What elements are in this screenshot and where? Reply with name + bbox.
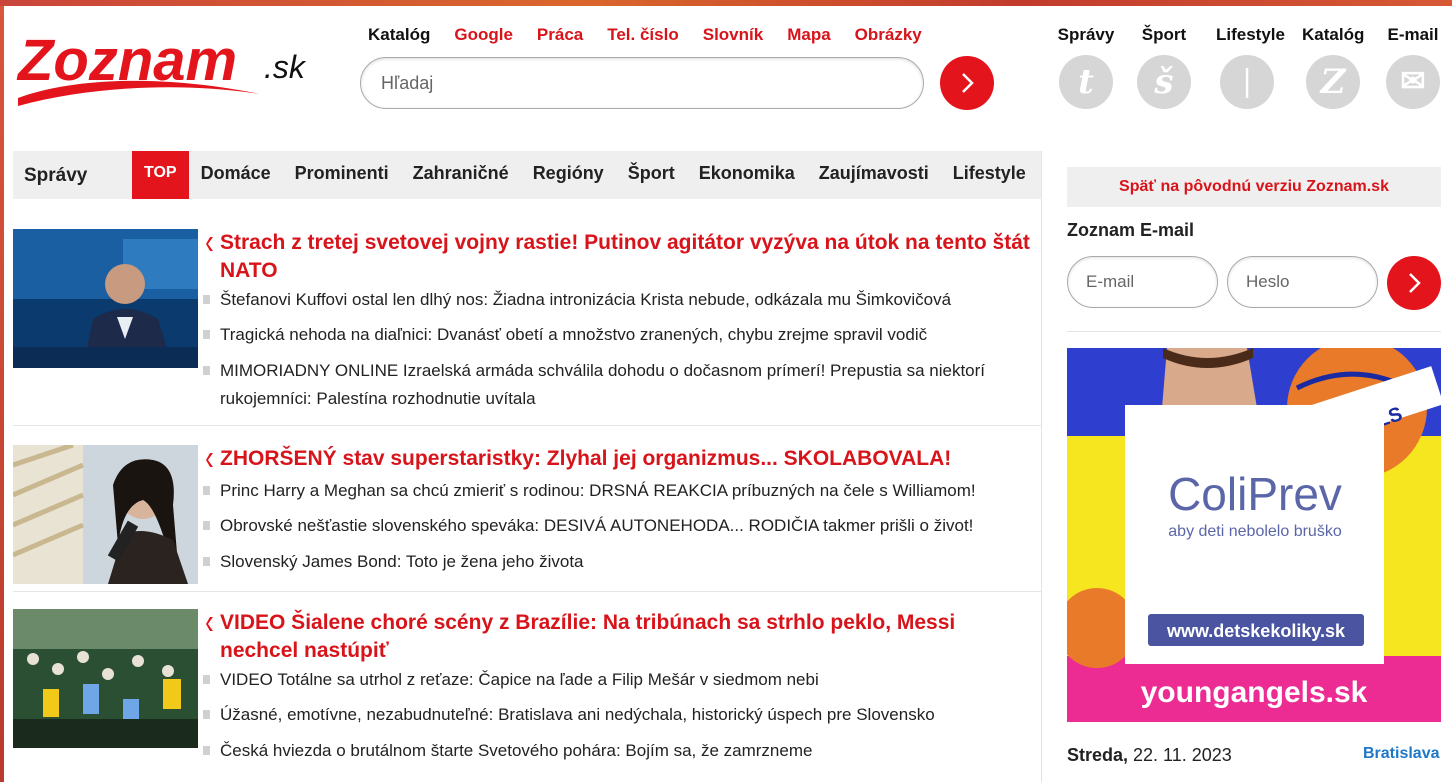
tab-top[interactable]: TOP xyxy=(132,151,189,199)
header-link-mapa[interactable]: Mapa xyxy=(787,25,830,45)
header-links: Katalóg Google Práca Tel. číslo Slovník … xyxy=(368,25,946,45)
bullet-square-icon xyxy=(203,366,210,375)
bullet-square-icon xyxy=(203,330,210,339)
spravy-icon: t xyxy=(1059,55,1113,109)
bullet-square-icon xyxy=(203,675,210,684)
tab-zahranicne[interactable]: Zahraničné xyxy=(401,151,521,199)
article-thumbnail[interactable] xyxy=(13,445,198,584)
service-label: Lifestyle xyxy=(1216,25,1285,44)
left-accent-edge xyxy=(0,6,4,782)
article-block: Strach z tretej svetovej vojny rastie! P… xyxy=(13,229,1041,419)
service-sport[interactable]: Šport š xyxy=(1133,25,1195,109)
service-label: Katalóg xyxy=(1302,25,1365,44)
article-separator xyxy=(13,425,1041,426)
bullet-square-icon xyxy=(203,746,210,755)
search-field xyxy=(360,57,924,109)
nav-section-title: Správy xyxy=(24,165,88,186)
article-subheadline[interactable]: Česká hviezda o brutálnom štarte Svetové… xyxy=(203,737,1030,765)
header-link-obrazky[interactable]: Obrázky xyxy=(855,25,922,45)
article-subheadline[interactable]: Štefanovi Kuffovi ostal len dlhý nos: Ži… xyxy=(203,286,1030,314)
header-link-tel-cislo[interactable]: Tel. číslo xyxy=(607,25,679,45)
lifestyle-icon: | xyxy=(1220,55,1274,109)
article-block: ZHORŠENÝ stav superstaristky: Zlyhal jej… xyxy=(13,445,1041,595)
sidebar-divider xyxy=(1067,331,1441,332)
email-login-button[interactable] xyxy=(1387,256,1441,310)
headline-marker-icon xyxy=(206,453,213,467)
headline-marker-icon xyxy=(206,237,213,251)
service-katalog[interactable]: Katalóg Z xyxy=(1302,25,1364,109)
bullet-square-icon xyxy=(203,557,210,566)
bullet-square-icon xyxy=(203,521,210,530)
email-login-title: Zoznam E-mail xyxy=(1067,220,1195,240)
article-subheadline[interactable]: VIDEO Totálne sa utrhol z reťaze: Čapice… xyxy=(203,666,1030,694)
search-input[interactable] xyxy=(361,58,923,108)
password-field[interactable] xyxy=(1228,257,1377,307)
service-label: E-mail xyxy=(1387,25,1439,44)
article-subheadline[interactable]: Tragická nehoda na diaľnici: Dvanásť obe… xyxy=(203,321,1030,349)
service-lifestyle[interactable]: Lifestyle | xyxy=(1216,25,1285,109)
svg-text:Zoznam: Zoznam xyxy=(16,28,237,93)
column-divider xyxy=(1041,151,1042,782)
service-label: Šport xyxy=(1141,25,1187,44)
header-link-praca[interactable]: Práca xyxy=(537,25,583,45)
headline-marker-icon xyxy=(206,617,213,631)
tab-prominenti[interactable]: Prominenti xyxy=(283,151,401,199)
service-spravy[interactable]: Správy t xyxy=(1055,25,1117,109)
article-headline[interactable]: VIDEO Šialene choré scény z Brazílie: Na… xyxy=(206,609,1030,665)
svg-text:.sk: .sk xyxy=(264,49,307,85)
article-subheadline[interactable]: MIMORIADNY ONLINE Izraelská armáda schvá… xyxy=(203,357,1030,413)
katalog-icon: Z xyxy=(1306,55,1360,109)
logo-graphic: Zoznam .sk xyxy=(16,28,307,106)
article-subheadline[interactable]: Obrovské nešťastie slovenského speváka: … xyxy=(203,512,1030,540)
password-field-wrapper xyxy=(1227,256,1378,308)
svg-text:ColiPrev: ColiPrev xyxy=(1168,468,1342,520)
svg-text:www.detskekoliky.sk: www.detskekoliky.sk xyxy=(1166,621,1346,641)
article-subheadline[interactable]: Úžasné, emotívne, nezabudnuteľné: Bratis… xyxy=(203,701,1030,729)
current-date: Streda, 22. 11. 2023 xyxy=(1067,745,1232,766)
date-value: 22. 11. 2023 xyxy=(1128,745,1232,765)
sport-icon: š xyxy=(1137,55,1191,109)
article-thumbnail[interactable] xyxy=(13,229,198,368)
bullet-square-icon xyxy=(203,710,210,719)
article-separator xyxy=(13,591,1041,592)
article-thumbnail[interactable] xyxy=(13,609,198,748)
article-block: VIDEO Šialene choré scény z Brazílie: Na… xyxy=(13,609,1041,779)
nav-tabs: TOP Domáce Prominenti Zahraničné Regióny… xyxy=(132,151,1038,199)
tab-regiony[interactable]: Regióny xyxy=(521,151,616,199)
zoznam-logo[interactable]: Zoznam .sk xyxy=(12,26,322,108)
date-day: Streda, xyxy=(1067,745,1129,765)
header-link-katalog[interactable]: Katalóg xyxy=(368,25,430,45)
chevron-right-icon xyxy=(1409,273,1421,293)
top-accent-bar xyxy=(0,0,1452,6)
svg-text:youngangels.sk: youngangels.sk xyxy=(1141,676,1368,709)
tab-sport[interactable]: Šport xyxy=(616,151,687,199)
weather-city-link[interactable]: Bratislava xyxy=(1363,745,1440,763)
tab-ekonomika[interactable]: Ekonomika xyxy=(687,151,807,199)
envelope-icon: ✉ xyxy=(1386,55,1440,109)
header-link-google[interactable]: Google xyxy=(454,25,513,45)
article-headline[interactable]: ZHORŠENÝ stav superstaristky: Zlyhal jej… xyxy=(206,445,1030,473)
service-email[interactable]: E-mail ✉ xyxy=(1382,25,1444,109)
article-subheadline[interactable]: Princ Harry a Meghan sa chcú zmieriť s r… xyxy=(203,477,1030,505)
advertisement-banner[interactable]: ANGELS ColiPrev aby deti nebolelo bruško… xyxy=(1067,348,1441,722)
email-field-wrapper xyxy=(1067,256,1218,308)
tab-domace[interactable]: Domáce xyxy=(189,151,283,199)
article-subheadline[interactable]: Slovenský James Bond: Toto je žena jeho … xyxy=(203,548,1030,576)
tab-lifestyle[interactable]: Lifestyle xyxy=(941,151,1038,199)
article-headline[interactable]: Strach z tretej svetovej vojny rastie! P… xyxy=(206,229,1030,285)
tab-zaujimavosti[interactable]: Zaujímavosti xyxy=(807,151,941,199)
bullet-square-icon xyxy=(203,295,210,304)
chevron-right-icon xyxy=(962,73,974,93)
service-label: Správy xyxy=(1057,25,1115,44)
email-field[interactable] xyxy=(1068,257,1217,307)
category-nav: Správy TOP Domáce Prominenti Zahraničné … xyxy=(13,151,1041,199)
bullet-square-icon xyxy=(203,486,210,495)
svg-text:aby deti nebolelo bruško: aby deti nebolelo bruško xyxy=(1168,523,1342,540)
header-link-slovnik[interactable]: Slovník xyxy=(703,25,763,45)
back-to-old-version-button[interactable]: Späť na pôvodnú verziu Zoznam.sk xyxy=(1067,167,1441,207)
search-button[interactable] xyxy=(940,56,994,110)
